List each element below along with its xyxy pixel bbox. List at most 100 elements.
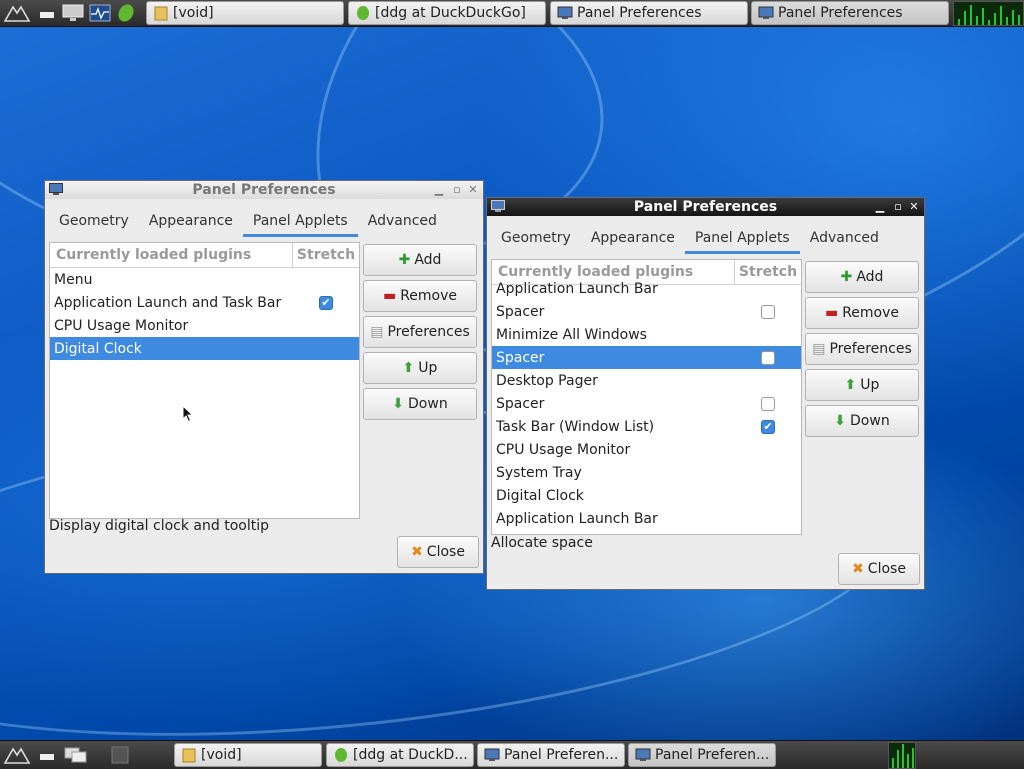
preferences-icon: ▤: [370, 324, 384, 340]
desktop-pager-box[interactable]: [108, 744, 132, 766]
taskbar-item-browser[interactable]: [ddg at DuckDuckGo]: [348, 1, 546, 25]
tab-appearance[interactable]: Appearance: [139, 205, 243, 237]
panel-preferences-window-2: Panel Preferences ▁ ▫ ✕ Geometry Appeara…: [486, 197, 925, 590]
tab-advanced[interactable]: Advanced: [800, 222, 889, 254]
list-item[interactable]: CPU Usage Monitor: [50, 314, 359, 337]
list-item[interactable]: Spacer: [492, 300, 801, 323]
up-button[interactable]: ⬆ Up: [363, 352, 477, 384]
plugin-name: Menu: [54, 271, 93, 288]
mouse-cursor-icon: [182, 405, 194, 423]
browser-leaf-icon[interactable]: [114, 2, 138, 24]
list-item[interactable]: Application Launch Bar: [492, 507, 801, 530]
tab-geometry[interactable]: Geometry: [49, 205, 139, 237]
tab-advanced[interactable]: Advanced: [358, 205, 447, 237]
plugins-list[interactable]: Currently loaded plugins Stretch Menu App…: [49, 242, 360, 519]
down-label: Down: [408, 396, 448, 412]
title-bar[interactable]: Panel Preferences ▁ ▫ ✕: [487, 198, 924, 216]
plugin-name: CPU Usage Monitor: [496, 441, 631, 458]
close-label: Close: [426, 544, 465, 560]
down-label: Down: [850, 413, 890, 429]
list-item[interactable]: Digital Clock: [492, 484, 801, 507]
close-button[interactable]: ✖ Close: [397, 536, 479, 568]
arrow-down-icon: ⬇: [392, 396, 405, 412]
up-label: Up: [860, 377, 880, 393]
plugin-rows: Application Launch Bar Spacer Minimize All…: [492, 277, 801, 530]
minimize-icon[interactable]: ▁: [431, 181, 447, 199]
taskbar-item-void[interactable]: [void]: [146, 1, 344, 25]
taskbar-item-panel-preferences[interactable]: Panel Preferences: [751, 1, 949, 25]
list-item[interactable]: Desktop Pager: [492, 369, 801, 392]
close-icon[interactable]: ✕: [906, 198, 922, 216]
close-icon: ✖: [411, 544, 423, 560]
tab-appearance[interactable]: Appearance: [581, 222, 685, 254]
desktop-pager-icon[interactable]: [62, 744, 90, 766]
down-button[interactable]: ⬇ Down: [805, 405, 919, 437]
taskbar-item-panel-preferences[interactable]: Panel Preferen...: [628, 743, 776, 767]
taskbar-item-void[interactable]: [void]: [174, 743, 322, 767]
up-button[interactable]: ⬆ Up: [805, 369, 919, 401]
stretch-cell: ✔: [735, 419, 801, 434]
taskbar-item-label: Panel Preferences: [577, 5, 702, 21]
close-button[interactable]: ✖ Close: [838, 553, 920, 585]
preferences-button[interactable]: ▤ Preferences: [805, 333, 919, 365]
lxde-menu-icon[interactable]: [2, 744, 32, 766]
taskbar-item-panel-preferences[interactable]: Panel Preferences: [550, 1, 748, 25]
column-header-plugins[interactable]: Currently loaded plugins: [50, 243, 293, 267]
preferences-button[interactable]: ▤ Preferences: [363, 316, 477, 348]
minimize-all-icon[interactable]: [36, 744, 58, 766]
taskbar-item-label: [void]: [173, 5, 214, 21]
stretch-checkbox[interactable]: [761, 396, 775, 411]
title-bar[interactable]: Panel Preferences ▁ ▫ ✕: [45, 181, 483, 199]
list-item[interactable]: Spacer: [492, 392, 801, 415]
tab-panel-applets[interactable]: Panel Applets: [242, 205, 358, 237]
minimize-all-icon[interactable]: [36, 2, 58, 24]
list-item[interactable]: Application Launch Bar: [492, 277, 801, 300]
tab-geometry[interactable]: Geometry: [491, 222, 581, 254]
close-label: Close: [867, 561, 906, 577]
stretch-cell: [735, 396, 801, 411]
add-button[interactable]: ✚ Add: [363, 244, 477, 276]
close-icon[interactable]: ✕: [465, 181, 481, 199]
plugin-name: Digital Clock: [496, 487, 584, 504]
add-button[interactable]: ✚ Add: [805, 261, 919, 293]
system-monitor-icon[interactable]: [88, 2, 112, 24]
remove-button[interactable]: ▬ Remove: [363, 280, 477, 312]
status-text: Allocate space: [491, 535, 593, 551]
taskbar-item-browser[interactable]: [ddg at DuckD...: [326, 743, 474, 767]
list-item[interactable]: Minimize All Windows: [492, 323, 801, 346]
plugins-list[interactable]: Currently loaded plugins Stretch Applica…: [491, 259, 802, 535]
plugin-name: Spacer: [496, 395, 545, 412]
desktop-monitor-icon[interactable]: [60, 2, 86, 24]
stretch-checkbox[interactable]: [761, 350, 775, 365]
taskbar-item-panel-preferences[interactable]: Panel Preferen...: [477, 743, 625, 767]
maximize-icon[interactable]: ▫: [890, 198, 906, 216]
remove-label: Remove: [842, 305, 900, 321]
remove-button[interactable]: ▬ Remove: [805, 297, 919, 329]
tab-panel-applets[interactable]: Panel Applets: [684, 222, 800, 254]
stretch-checkbox[interactable]: [761, 304, 775, 319]
list-header: Currently loaded plugins Stretch: [50, 243, 359, 268]
browser-leaf-icon: [357, 6, 369, 20]
column-header-stretch[interactable]: Stretch: [293, 243, 359, 267]
tab-bar: Geometry Appearance Panel Applets Advanc…: [49, 205, 479, 237]
minimize-icon[interactable]: ▁: [872, 198, 888, 216]
lxde-menu-icon[interactable]: [2, 2, 32, 24]
bottom-panel: [void] [ddg at DuckD... Panel Preferen..…: [0, 740, 1024, 769]
list-item[interactable]: Application Launch and Task Bar ✔: [50, 291, 359, 314]
add-label: Add: [856, 269, 884, 285]
list-item[interactable]: Spacer: [492, 346, 801, 369]
list-item[interactable]: Task Bar (Window List) ✔: [492, 415, 801, 438]
folder-icon: [154, 6, 168, 21]
list-item[interactable]: Menu: [50, 268, 359, 291]
list-item[interactable]: Digital Clock: [50, 337, 359, 360]
down-button[interactable]: ⬇ Down: [363, 388, 477, 420]
add-label: Add: [414, 252, 442, 268]
stretch-checkbox[interactable]: ✔: [761, 419, 775, 434]
preferences-icon: ▤: [812, 341, 826, 357]
taskbar-item-label: Panel Preferen...: [504, 747, 619, 763]
maximize-icon[interactable]: ▫: [449, 181, 465, 199]
plugin-name: Task Bar (Window List): [496, 418, 655, 435]
list-item[interactable]: System Tray: [492, 461, 801, 484]
list-item[interactable]: CPU Usage Monitor: [492, 438, 801, 461]
stretch-checkbox[interactable]: ✔: [319, 295, 333, 310]
